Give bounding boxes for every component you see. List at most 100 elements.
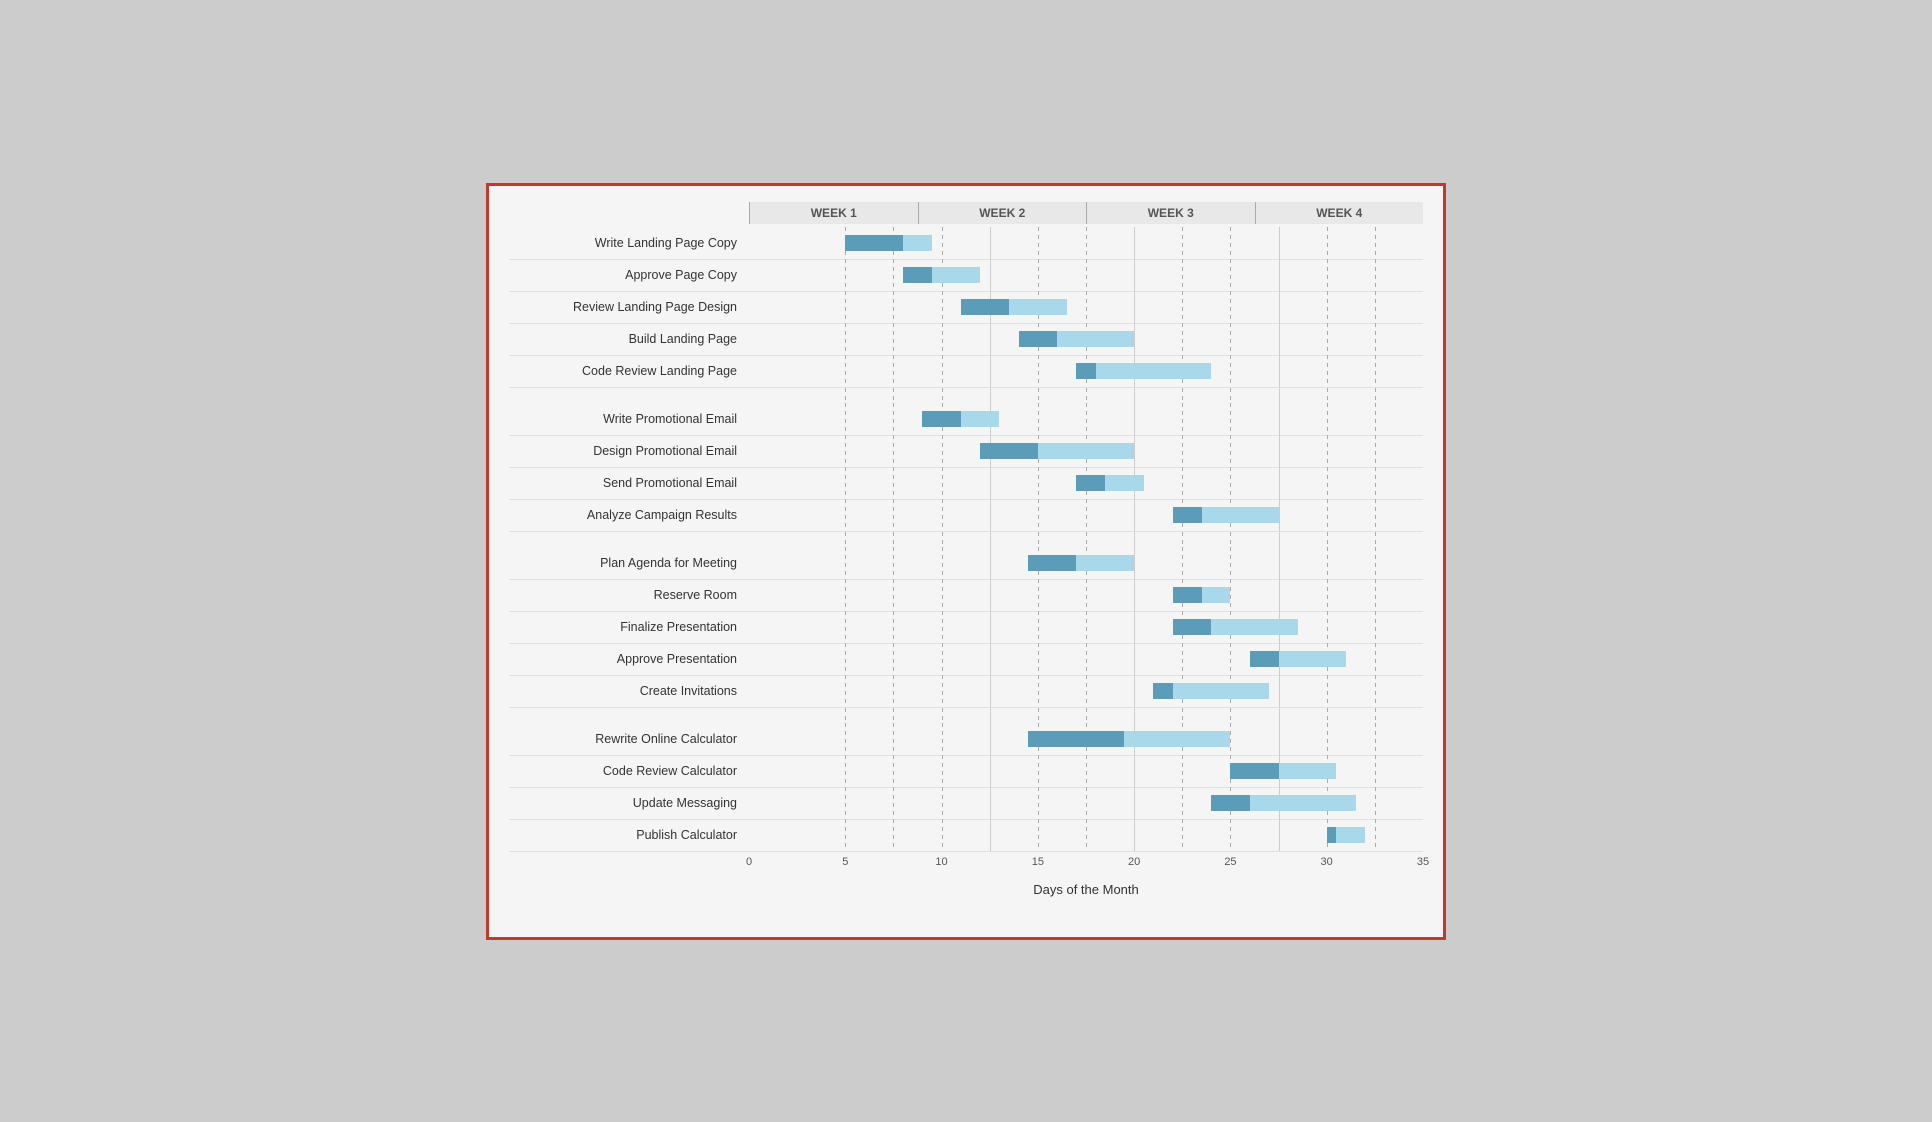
grid-line [1279,227,1280,259]
grid-line [1086,499,1087,531]
grid-line [1279,547,1280,579]
grid-line [1327,675,1328,707]
grid-line [845,755,846,787]
grid-line [1134,675,1135,707]
bar-light [903,235,932,251]
task-bar [1230,763,1336,779]
gantt-area [749,291,1423,323]
grid-line [942,388,943,404]
grid-line [1038,755,1039,787]
grid-line [1038,467,1039,499]
task-label: Code Review Calculator [509,764,749,778]
grid-line [1038,643,1039,675]
week-label: WEEK 2 [918,202,1087,224]
grid-line [893,532,894,548]
grid-line [1134,435,1135,467]
grid-line [1134,403,1135,435]
task-label: Finalize Presentation [509,620,749,634]
grid-line [1327,227,1328,259]
grid-line [1038,403,1039,435]
grid-line [1327,579,1328,611]
grid-line [942,355,943,387]
grid-line [1038,499,1039,531]
task-label: Code Review Landing Page [509,364,749,378]
grid-line [1182,467,1183,499]
grid-line [990,611,991,643]
grid-line [1086,708,1087,724]
task-bar [1327,827,1366,843]
grid-line [1134,532,1135,548]
task-label: Analyze Campaign Results [509,508,749,522]
grid-line [1230,291,1231,323]
grid-line [1279,675,1280,707]
grid-line [942,755,943,787]
bar-dark [1076,475,1105,491]
gantt-area [749,643,1423,675]
task-bar [1250,651,1346,667]
task-bar [1153,683,1269,699]
grid-line [990,708,991,724]
grid-line [893,643,894,675]
bar-light [1202,507,1279,523]
gantt-area [749,787,1423,819]
grid-line [845,323,846,355]
grid-line [1327,532,1328,548]
bar-light [932,267,980,283]
grid-line [942,467,943,499]
x-axis-label: Days of the Month [749,882,1423,897]
grid-line [942,547,943,579]
grid-line [1230,579,1231,611]
grid-line [1327,499,1328,531]
bar-light [1211,619,1298,635]
grid-line [1375,708,1376,724]
grid-line [942,723,943,755]
grid-line [1375,547,1376,579]
task-label: Approve Presentation [509,652,749,666]
task-label: Update Messaging [509,796,749,810]
spacer-row [509,532,1423,548]
task-label: Publish Calculator [509,828,749,842]
week-label: WEEK 4 [1255,202,1424,224]
grid-line [1279,355,1280,387]
task-row: Publish Calculator [509,820,1423,852]
grid-line [1279,291,1280,323]
grid-line [845,723,846,755]
grid-line [893,708,894,724]
task-bar [1019,331,1135,347]
grid-line [1375,467,1376,499]
grid-line [1279,723,1280,755]
grid-line [942,819,943,851]
grid-line [1279,579,1280,611]
bar-dark [1211,795,1250,811]
task-bar [1211,795,1355,811]
grid-line [1038,675,1039,707]
grid-line [1134,547,1135,579]
grid-line [893,723,894,755]
grid-line [845,403,846,435]
x-tick: 25 [1224,856,1236,868]
task-label: Send Promotional Email [509,476,749,490]
grid-line [1279,467,1280,499]
bar-light [1202,587,1231,603]
grid-line [893,611,894,643]
grid-line [1327,547,1328,579]
grid-line [1038,708,1039,724]
task-bar [903,267,980,283]
bar-light [1009,299,1067,315]
grid-line [1230,643,1231,675]
grid-line [893,675,894,707]
grid-line [942,643,943,675]
grid-line [1086,787,1087,819]
bar-dark [903,267,932,283]
grid-line [1279,435,1280,467]
grid-line [1182,323,1183,355]
task-row: Approve Presentation [509,644,1423,676]
grid-line [942,611,943,643]
grid-line [845,291,846,323]
task-label: Reserve Room [509,588,749,602]
grid-line [990,579,991,611]
grid-line [1086,532,1087,548]
gantt-area [749,723,1423,755]
grid-line [1230,435,1231,467]
task-row: Send Promotional Email [509,468,1423,500]
